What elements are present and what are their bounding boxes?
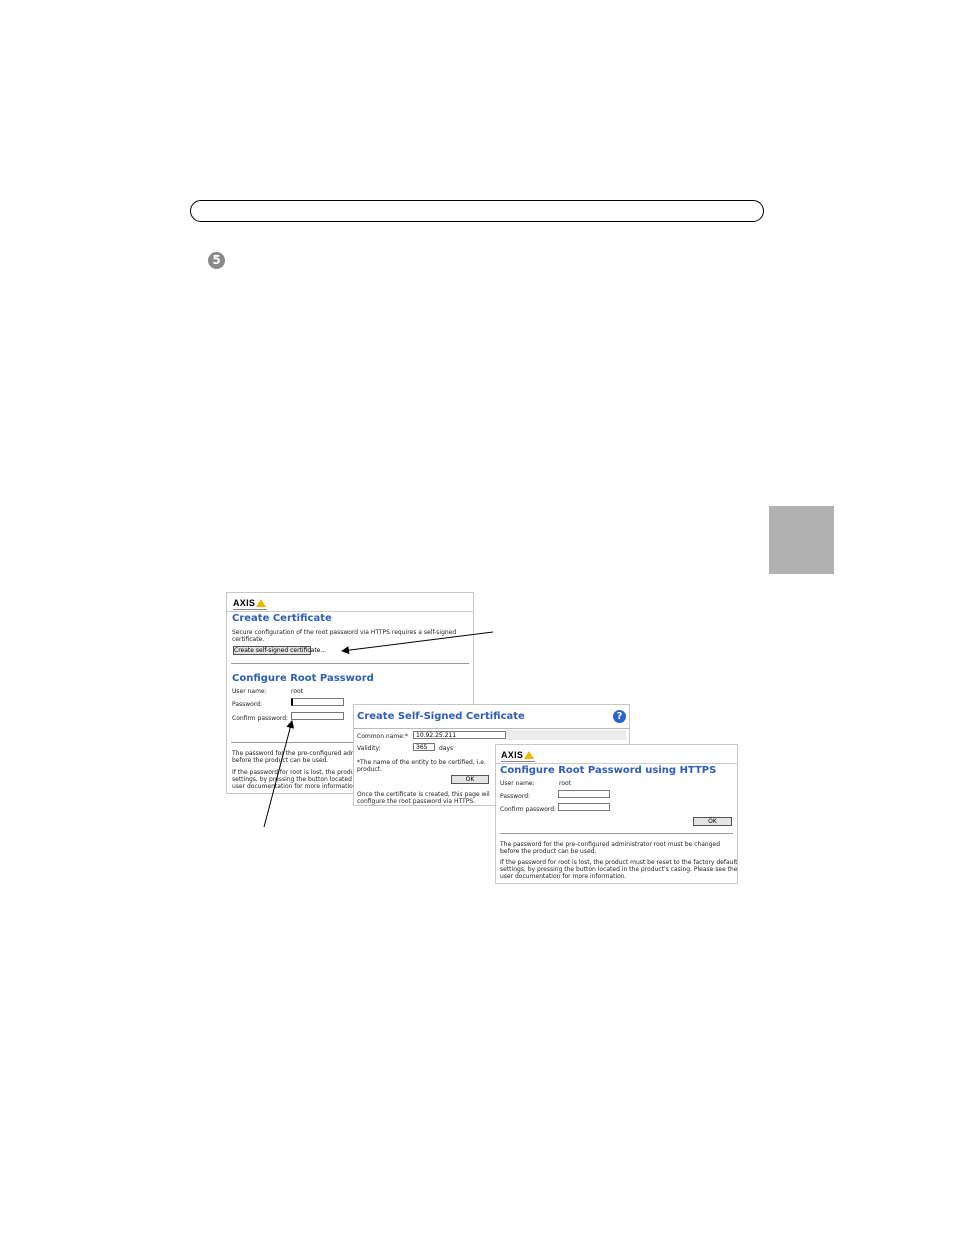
arrow-to-create-certificate-button (341, 631, 494, 655)
callout-arrows (263, 631, 494, 828)
arrow-to-confirm-password-field (263, 720, 295, 828)
